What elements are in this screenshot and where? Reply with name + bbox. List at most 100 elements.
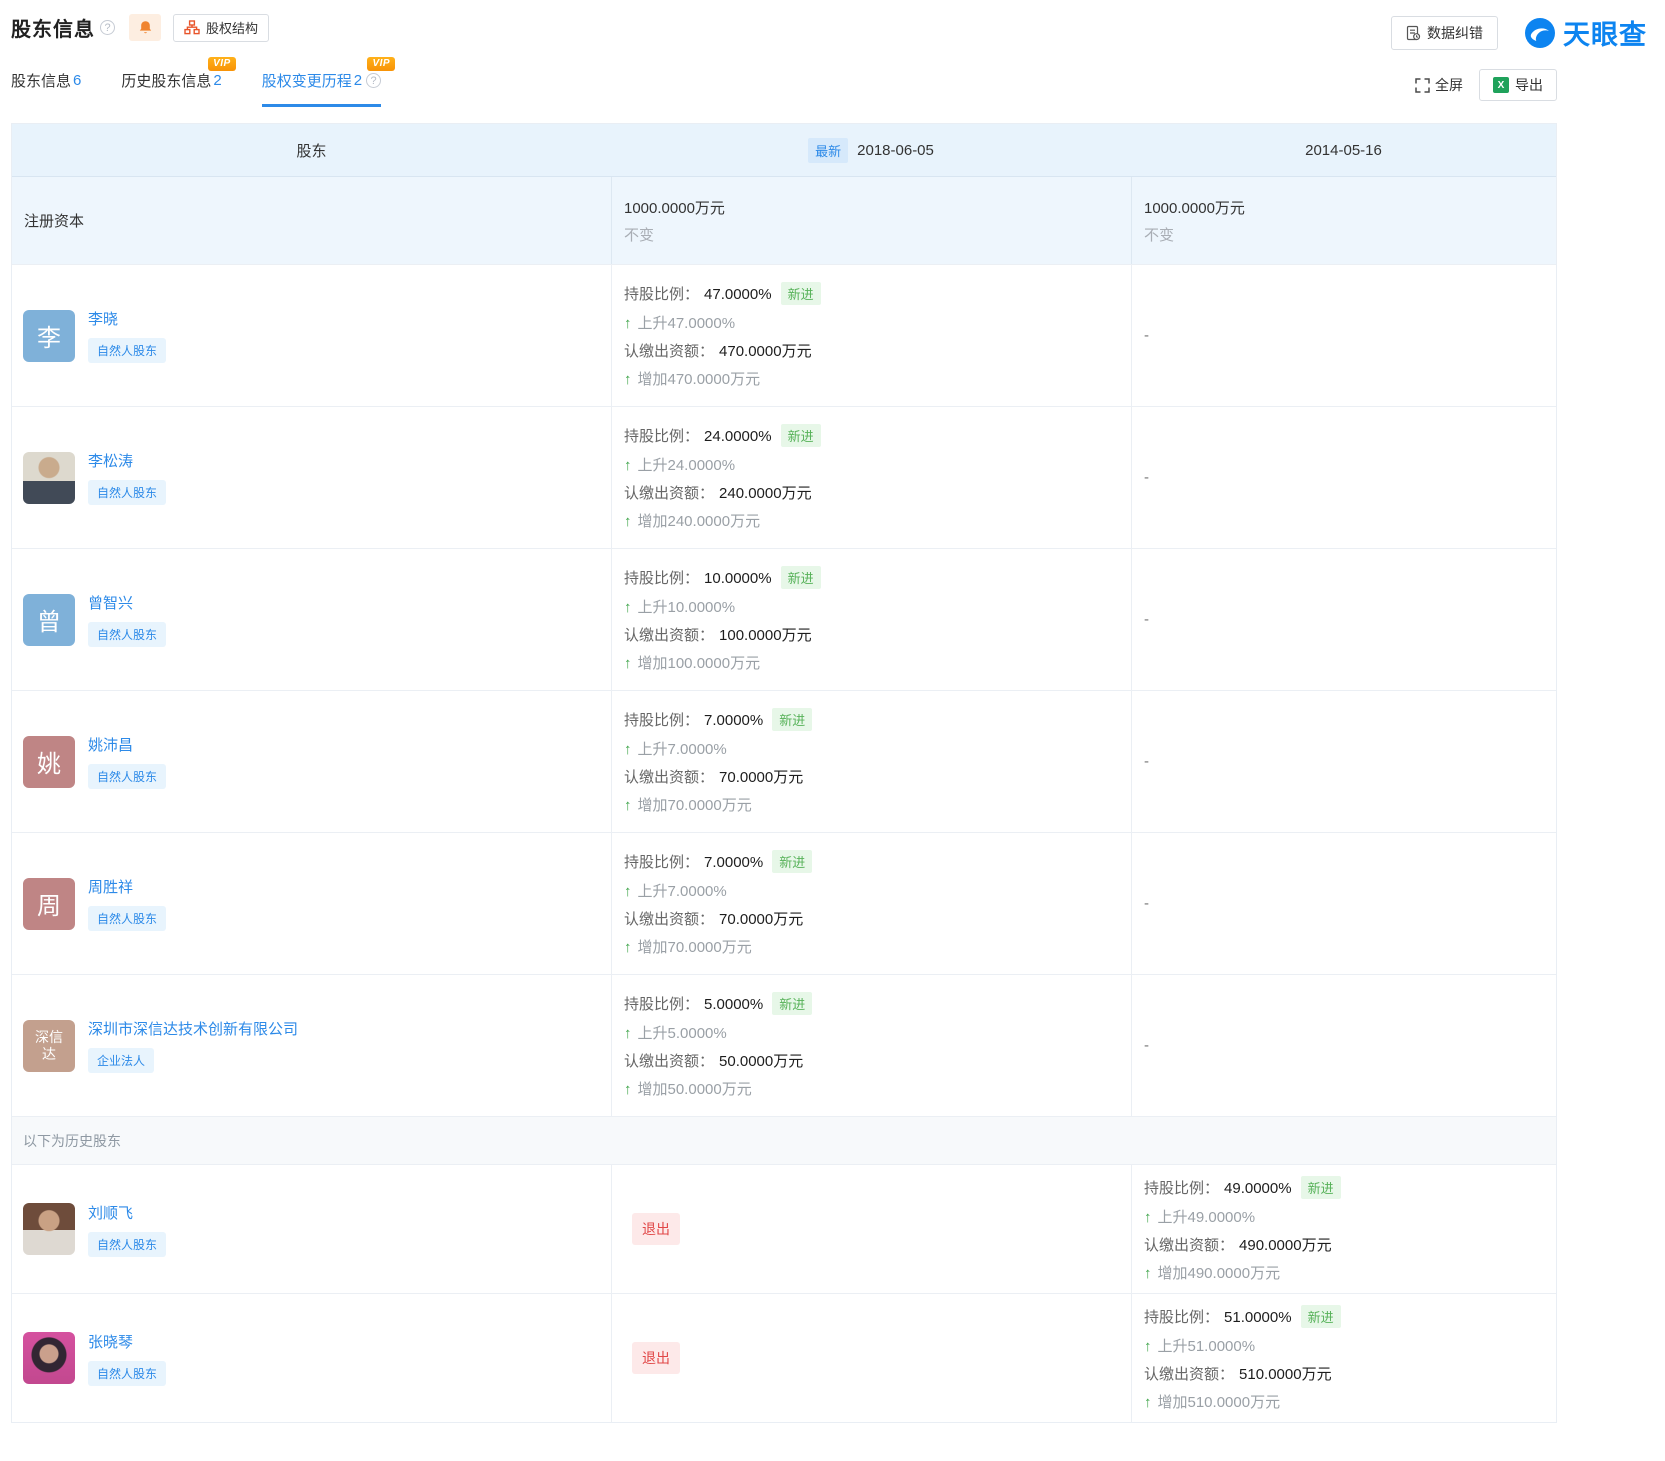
- shareholder-name-link[interactable]: 周胜祥: [88, 876, 133, 897]
- title-help-icon[interactable]: ?: [100, 20, 115, 35]
- shareholder-row: 李 李晓 自然人股东 持股比例：47.0000%新进 上升47.0000% 认缴…: [12, 264, 1556, 406]
- up-arrow-icon: [624, 371, 632, 388]
- bell-icon: [138, 20, 153, 36]
- shareholder-type-tag: 自然人股东: [88, 622, 166, 647]
- empty-value: -: [1144, 753, 1149, 770]
- up-arrow-icon: [1144, 1209, 1152, 1226]
- new-entry-badge: 新进: [1301, 1305, 1341, 1328]
- amount-value: 470.0000万元: [719, 343, 812, 360]
- latest-badge: 最新: [808, 138, 848, 163]
- shareholder-type-tag: 自然人股东: [88, 480, 166, 505]
- amount-increase: 增加240.0000万元: [638, 513, 761, 530]
- ratio-rise: 上升49.0000%: [1158, 1209, 1256, 1226]
- tab-help-icon[interactable]: ?: [366, 73, 381, 88]
- up-arrow-icon: [624, 513, 632, 530]
- ratio-rise: 上升47.0000%: [638, 315, 736, 332]
- shareholder-name-link[interactable]: 李晓: [88, 308, 118, 329]
- capital-value: 1000.0000万元: [624, 197, 1131, 218]
- ratio-rise: 上升7.0000%: [638, 741, 727, 758]
- export-label: 导出: [1515, 75, 1543, 95]
- capital-change: 不变: [1144, 224, 1556, 245]
- up-arrow-icon: [624, 741, 632, 758]
- up-arrow-icon: [624, 797, 632, 814]
- subscribe-bell-button[interactable]: [129, 14, 161, 41]
- tab-bar: 股东信息6 历史股东信息2 VIP 股权变更历程2 VIP ? 全屏 X 导出: [11, 52, 1557, 107]
- ratio-rise: 上升24.0000%: [638, 457, 736, 474]
- history-shareholder-row: 张晓琴 自然人股东 退出 持股比例：51.0000%新进 上升51.0000% …: [12, 1293, 1556, 1422]
- shareholder-name-link[interactable]: 姚沛昌: [88, 734, 133, 755]
- history-section-header: 以下为历史股东: [12, 1116, 1556, 1164]
- amount-increase: 增加470.0000万元: [638, 371, 761, 388]
- export-button[interactable]: X 导出: [1479, 69, 1557, 101]
- shareholder-name-link[interactable]: 李松涛: [88, 450, 133, 471]
- new-entry-badge: 新进: [772, 992, 812, 1015]
- exit-badge: 退出: [632, 1342, 680, 1374]
- ratio-value: 7.0000%: [704, 854, 763, 871]
- shareholder-name-link[interactable]: 刘顺飞: [88, 1202, 133, 1223]
- shareholder-type-tag: 自然人股东: [88, 764, 166, 789]
- shareholder-avatar[interactable]: 李: [23, 310, 75, 362]
- tab-count: 6: [73, 72, 81, 89]
- table-header-row: 股东 最新 2018-06-05 2014-05-16: [12, 124, 1556, 176]
- shareholder-type-tag: 自然人股东: [88, 1361, 166, 1386]
- empty-value: -: [1144, 1037, 1149, 1054]
- amount-value: 490.0000万元: [1239, 1237, 1332, 1254]
- column-header-date-prev: 2014-05-16: [1131, 142, 1556, 159]
- vip-badge: VIP: [208, 57, 236, 71]
- shareholder-photo[interactable]: [23, 1203, 75, 1255]
- capital-value: 1000.0000万元: [1144, 197, 1556, 218]
- registered-capital-row: 注册资本 1000.0000万元 不变 1000.0000万元 不变: [12, 176, 1556, 264]
- tab-equity-change-history[interactable]: 股权变更历程2 VIP ?: [262, 70, 381, 107]
- amount-increase: 增加100.0000万元: [638, 655, 761, 672]
- capital-change: 不变: [624, 224, 1131, 245]
- amount-value: 70.0000万元: [719, 769, 803, 786]
- ratio-value: 10.0000%: [704, 570, 772, 587]
- shareholder-row: 周 周胜祥 自然人股东 持股比例：7.0000%新进 上升7.0000% 认缴出…: [12, 832, 1556, 974]
- shareholder-avatar[interactable]: 曾: [23, 594, 75, 646]
- exit-badge: 退出: [632, 1213, 680, 1245]
- shareholder-avatar[interactable]: 周: [23, 878, 75, 930]
- amount-increase: 增加70.0000万元: [638, 797, 752, 814]
- shareholder-name-link[interactable]: 深圳市深信达技术创新有限公司: [88, 1018, 298, 1039]
- amount-value: 510.0000万元: [1239, 1366, 1332, 1383]
- shareholder-name-link[interactable]: 张晓琴: [88, 1331, 133, 1352]
- document-edit-icon: [1406, 25, 1421, 41]
- shareholder-name-link[interactable]: 曾智兴: [88, 592, 133, 613]
- up-arrow-icon: [624, 655, 632, 672]
- ratio-value: 7.0000%: [704, 712, 763, 729]
- new-entry-badge: 新进: [781, 282, 821, 305]
- ratio-rise: 上升10.0000%: [638, 599, 736, 616]
- tab-shareholder-info[interactable]: 股东信息6: [11, 70, 81, 107]
- amount-increase: 增加50.0000万元: [638, 1081, 752, 1098]
- shareholder-avatar[interactable]: 姚: [23, 736, 75, 788]
- shareholder-photo[interactable]: [23, 452, 75, 504]
- ratio-rise: 上升51.0000%: [1158, 1338, 1256, 1355]
- amount-value: 240.0000万元: [719, 485, 812, 502]
- shareholder-row: 深信达 深圳市深信达技术创新有限公司 企业法人 持股比例：5.0000%新进 上…: [12, 974, 1556, 1116]
- data-correction-button[interactable]: 数据纠错: [1391, 16, 1498, 50]
- fullscreen-button[interactable]: 全屏: [1415, 75, 1463, 95]
- tab-count: 2: [213, 72, 221, 89]
- shareholder-info-panel: 股东信息 ? 股权结构 数据纠错: [0, 0, 1665, 1461]
- up-arrow-icon: [624, 315, 632, 332]
- shareholder-type-tag: 企业法人: [88, 1048, 154, 1073]
- up-arrow-icon: [624, 599, 632, 616]
- shareholder-photo[interactable]: [23, 1332, 75, 1384]
- up-arrow-icon: [624, 883, 632, 900]
- amount-increase: 增加70.0000万元: [638, 939, 752, 956]
- capital-label: 注册资本: [24, 210, 611, 231]
- up-arrow-icon: [624, 457, 632, 474]
- empty-value: -: [1144, 327, 1149, 344]
- amount-increase: 增加490.0000万元: [1158, 1265, 1281, 1282]
- company-avatar[interactable]: 深信达: [23, 1020, 75, 1072]
- tab-history-shareholder-info[interactable]: 历史股东信息2 VIP: [121, 70, 221, 107]
- empty-value: -: [1144, 611, 1149, 628]
- shareholder-type-tag: 自然人股东: [88, 338, 166, 363]
- shareholder-row: 姚 姚沛昌 自然人股东 持股比例：7.0000%新进 上升7.0000% 认缴出…: [12, 690, 1556, 832]
- up-arrow-icon: [624, 1025, 632, 1042]
- excel-icon: X: [1493, 77, 1509, 93]
- ratio-value: 51.0000%: [1224, 1309, 1292, 1326]
- up-arrow-icon: [1144, 1265, 1152, 1282]
- up-arrow-icon: [624, 939, 632, 956]
- equity-structure-button[interactable]: 股权结构: [173, 14, 269, 42]
